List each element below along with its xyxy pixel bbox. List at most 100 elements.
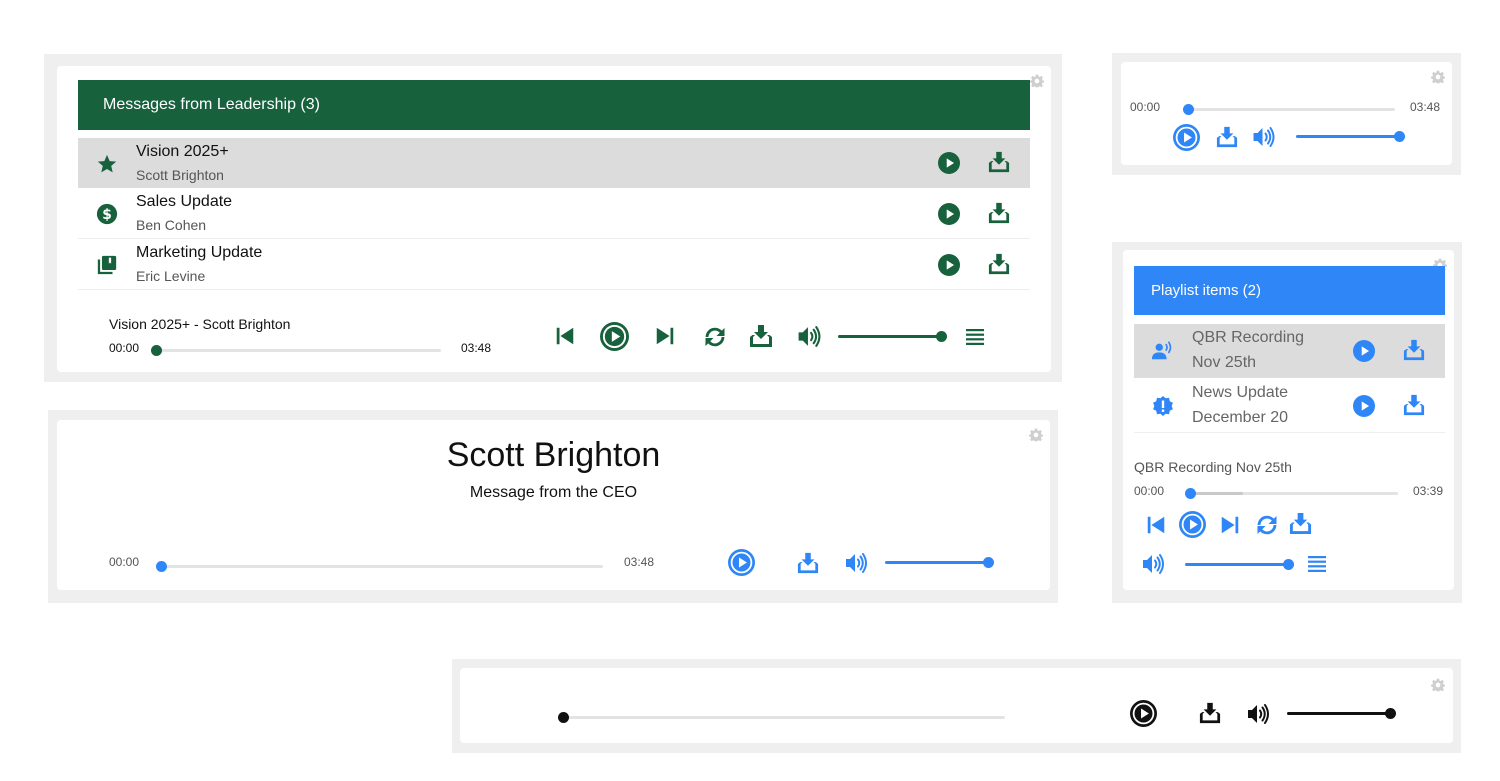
time-total: 03:48 bbox=[624, 555, 655, 569]
volume-icon[interactable] bbox=[1250, 125, 1277, 149]
volume-icon[interactable] bbox=[795, 324, 823, 349]
download-icon[interactable] bbox=[797, 552, 819, 574]
playlist-item-news[interactable]: News Update December 20 bbox=[1134, 379, 1445, 433]
volume-handle[interactable] bbox=[983, 557, 994, 568]
compact-player-card: 00:00 03:48 bbox=[1121, 62, 1452, 165]
speaker-name: Scott Brighton bbox=[446, 436, 661, 474]
seek-bar[interactable] bbox=[564, 716, 1005, 719]
now-playing-label: Vision 2025+ - Scott Brighton bbox=[109, 316, 291, 332]
time-total: 03:39 bbox=[1413, 484, 1444, 498]
next-icon[interactable] bbox=[1219, 514, 1241, 536]
library-icon bbox=[96, 254, 118, 276]
voice-icon bbox=[1151, 340, 1173, 362]
play-icon[interactable] bbox=[938, 152, 960, 174]
play-icon[interactable] bbox=[1179, 511, 1206, 538]
playlist-item-vision[interactable]: Vision 2025+ Scott Brighton bbox=[78, 138, 1030, 188]
previous-icon[interactable] bbox=[1145, 514, 1167, 536]
previous-icon[interactable] bbox=[554, 325, 576, 347]
settings-gear-icon[interactable] bbox=[1431, 70, 1445, 84]
star-icon bbox=[96, 153, 118, 175]
volume-slider[interactable] bbox=[1296, 135, 1399, 138]
play-icon[interactable] bbox=[600, 322, 629, 351]
playlist-item-marketing[interactable]: Marketing Update Eric Levine bbox=[78, 240, 1030, 290]
time-current: 00:00 bbox=[109, 555, 140, 569]
item-title: News Update bbox=[1192, 384, 1289, 401]
seek-bar[interactable] bbox=[162, 565, 603, 568]
playlist-player-card: Playlist items (2) QBR Recording Nov 25t… bbox=[1123, 250, 1454, 590]
download-icon[interactable] bbox=[1289, 512, 1312, 535]
repeat-icon[interactable] bbox=[1255, 513, 1279, 537]
now-playing-label: QBR Recording Nov 25th bbox=[1134, 459, 1292, 475]
time-total: 03:48 bbox=[461, 341, 492, 355]
item-title: QBR Recording bbox=[1192, 329, 1305, 346]
seek-handle[interactable] bbox=[1185, 488, 1196, 499]
play-icon[interactable] bbox=[938, 254, 960, 276]
featured-player-card: Scott Brighton Message from the CEO 00:0… bbox=[57, 420, 1050, 590]
featured-player: Scott Brighton Message from the CEO 00:0… bbox=[48, 410, 1058, 603]
download-icon[interactable] bbox=[988, 151, 1010, 173]
item-date: Nov 25th bbox=[1192, 354, 1257, 371]
seek-handle[interactable] bbox=[151, 345, 162, 356]
download-icon[interactable] bbox=[1216, 126, 1238, 148]
repeat-icon[interactable] bbox=[703, 325, 727, 349]
playlist-header: Messages from Leadership (3) bbox=[78, 80, 1030, 130]
play-icon[interactable] bbox=[938, 203, 960, 225]
playlist-icon[interactable] bbox=[1305, 552, 1329, 576]
play-icon[interactable] bbox=[728, 549, 755, 576]
compact-player: 00:00 03:48 bbox=[1112, 53, 1461, 175]
volume-icon[interactable] bbox=[1139, 552, 1167, 576]
download-icon[interactable] bbox=[1199, 702, 1221, 724]
volume-icon[interactable] bbox=[1244, 702, 1272, 726]
download-icon[interactable] bbox=[988, 202, 1010, 224]
play-icon[interactable] bbox=[1353, 340, 1375, 362]
item-title: Vision 2025+ bbox=[136, 143, 229, 160]
play-icon[interactable] bbox=[1353, 395, 1375, 417]
alert-badge-icon bbox=[1151, 394, 1175, 418]
download-icon[interactable] bbox=[1403, 339, 1425, 361]
settings-gear-icon[interactable] bbox=[1431, 678, 1445, 692]
play-icon[interactable] bbox=[1130, 700, 1157, 727]
volume-handle[interactable] bbox=[1385, 708, 1396, 719]
item-title: Marketing Update bbox=[136, 244, 263, 261]
download-icon[interactable] bbox=[1403, 394, 1425, 416]
time-current: 00:00 bbox=[109, 341, 140, 355]
minimal-player-card bbox=[460, 668, 1453, 743]
playlist-item-qbr[interactable]: QBR Recording Nov 25th bbox=[1134, 324, 1445, 378]
volume-handle[interactable] bbox=[936, 331, 947, 342]
download-icon[interactable] bbox=[988, 253, 1010, 275]
playlist-header-title: Messages from Leadership (3) bbox=[103, 96, 320, 113]
seek-handle[interactable] bbox=[156, 561, 167, 572]
item-author: Scott Brighton bbox=[136, 167, 224, 183]
play-icon[interactable] bbox=[1173, 124, 1200, 151]
playlist-header: Playlist items (2) bbox=[1134, 266, 1445, 315]
item-author: Eric Levine bbox=[136, 268, 206, 284]
volume-slider[interactable] bbox=[1287, 712, 1390, 715]
volume-icon[interactable] bbox=[842, 551, 870, 575]
volume-slider[interactable] bbox=[838, 335, 941, 338]
buffered-bar bbox=[1191, 492, 1243, 495]
leadership-player-card: Messages from Leadership (3) Vision 2025… bbox=[57, 66, 1051, 372]
playlist-item-sales[interactable]: Sales Update Ben Cohen bbox=[78, 189, 1030, 239]
seek-bar[interactable] bbox=[1189, 108, 1395, 111]
volume-handle[interactable] bbox=[1394, 131, 1405, 142]
dollar-icon bbox=[96, 203, 118, 225]
item-author: Ben Cohen bbox=[136, 217, 207, 233]
item-date: December 20 bbox=[1192, 409, 1289, 426]
playlist-player: Playlist items (2) QBR Recording Nov 25t… bbox=[1112, 242, 1462, 603]
seek-bar[interactable] bbox=[157, 349, 441, 352]
message-subtitle: Message from the CEO bbox=[469, 484, 638, 501]
playlist-icon[interactable] bbox=[963, 325, 987, 349]
volume-slider[interactable] bbox=[1185, 563, 1288, 566]
time-current: 00:00 bbox=[1130, 100, 1161, 114]
settings-gear-icon[interactable] bbox=[1030, 74, 1044, 88]
volume-handle[interactable] bbox=[1283, 559, 1294, 570]
item-title: Sales Update bbox=[136, 193, 233, 210]
leadership-player: Messages from Leadership (3) Vision 2025… bbox=[44, 54, 1062, 382]
time-current: 00:00 bbox=[1134, 484, 1165, 498]
volume-slider[interactable] bbox=[885, 561, 988, 564]
playlist-header-title: Playlist items (2) bbox=[1151, 282, 1262, 299]
download-icon[interactable] bbox=[749, 324, 773, 348]
next-icon[interactable] bbox=[654, 325, 676, 347]
seek-handle[interactable] bbox=[558, 712, 569, 723]
seek-handle[interactable] bbox=[1183, 104, 1194, 115]
